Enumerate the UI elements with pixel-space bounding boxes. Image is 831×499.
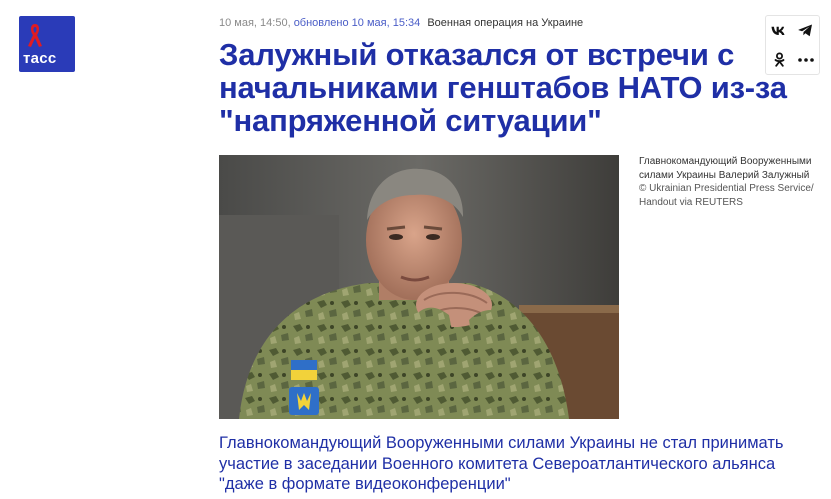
red-ribbon-icon bbox=[28, 24, 42, 47]
article-photo[interactable] bbox=[219, 155, 619, 419]
telegram-icon bbox=[798, 24, 813, 37]
rubric-link[interactable]: Военная операция на Украине bbox=[427, 17, 583, 29]
published-date: 10 мая, 14:50, bbox=[219, 17, 291, 29]
logo-text: тасс bbox=[23, 50, 57, 67]
odnoklassniki-icon bbox=[774, 52, 785, 67]
updated-date: обновлено 10 мая, 15:34 bbox=[293, 17, 421, 29]
share-vk-button[interactable] bbox=[766, 16, 793, 45]
portrait-photo-illustration bbox=[219, 155, 619, 419]
share-ok-button[interactable] bbox=[766, 45, 793, 74]
share-panel bbox=[765, 15, 820, 75]
photo-caption: Главнокомандующий Вооруженными силами Ук… bbox=[639, 155, 824, 209]
article-meta: 10 мая, 14:50, обновлено 10 мая, 15:34 В… bbox=[219, 17, 583, 29]
caption-text: Главнокомандующий Вооруженными силами Ук… bbox=[639, 156, 812, 181]
article-lead: Главнокомандующий Вооруженными силами Ук… bbox=[219, 434, 784, 493]
vk-icon bbox=[771, 26, 785, 35]
photo-credit: © Ukrainian Presidential Press Service/ … bbox=[639, 183, 814, 208]
share-more-button[interactable] bbox=[793, 45, 820, 74]
tass-logo[interactable]: тасс bbox=[19, 16, 75, 72]
share-telegram-button[interactable] bbox=[793, 16, 820, 45]
more-icon bbox=[797, 57, 814, 62]
article-headline: Залужный отказался от встречи с начальни… bbox=[219, 37, 787, 138]
